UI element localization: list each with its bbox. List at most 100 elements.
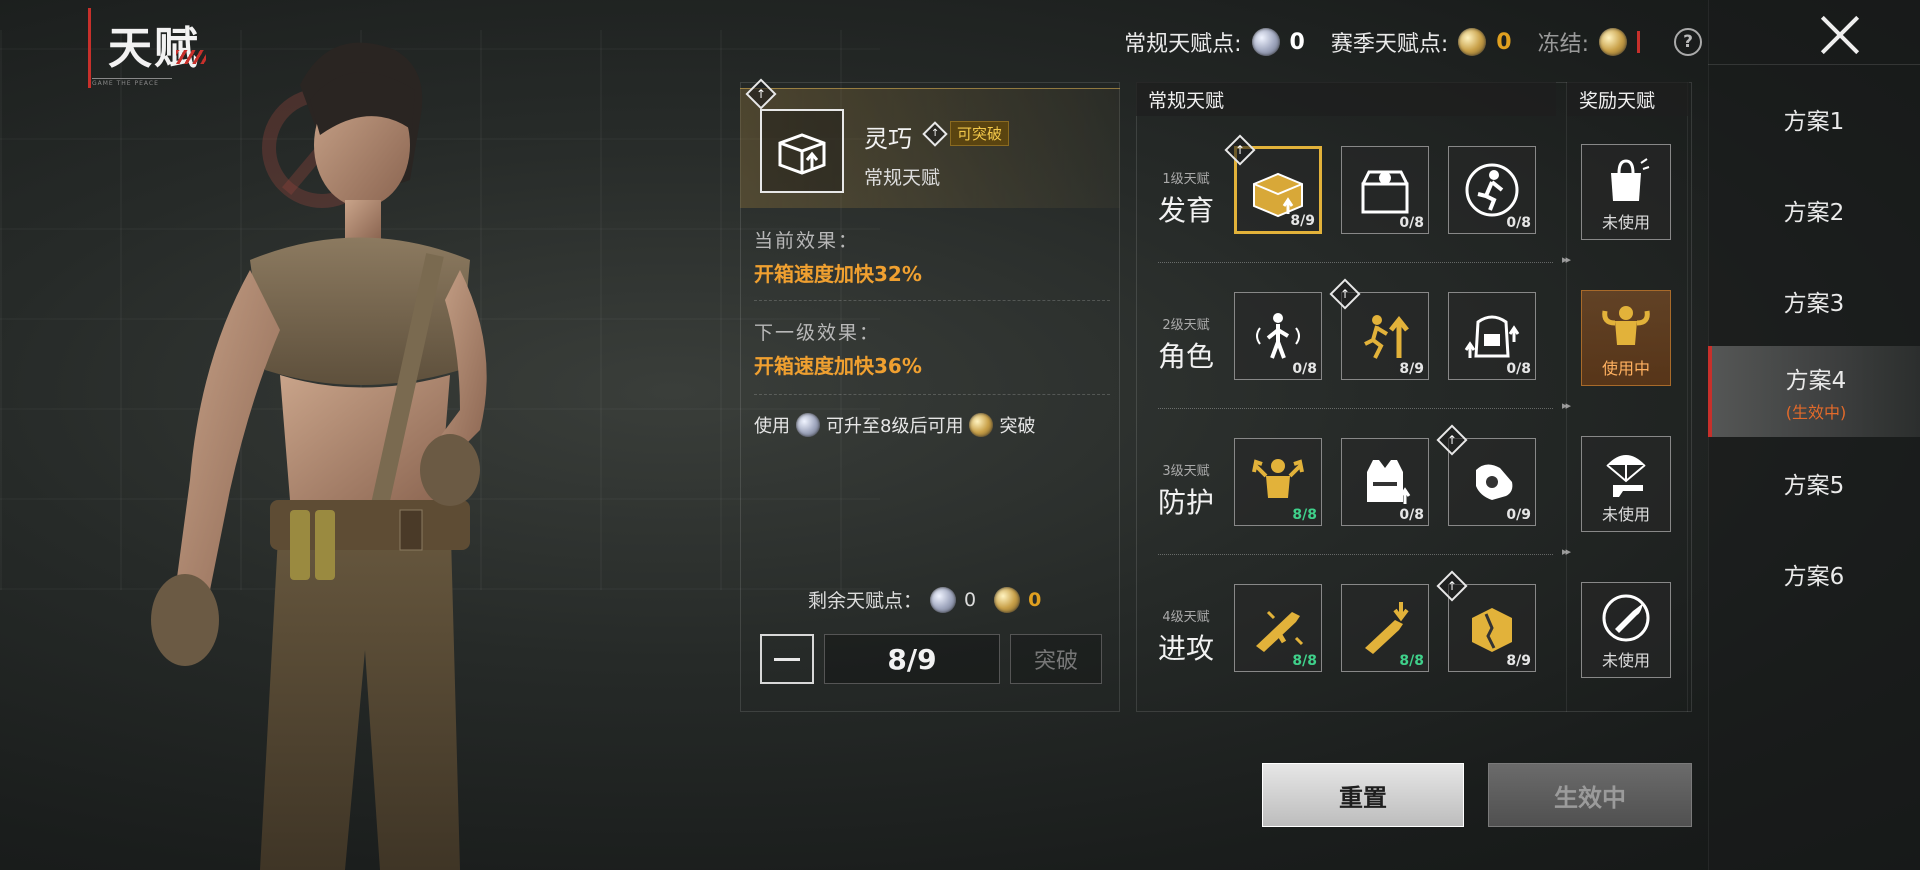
remaining-regular: 0 [964, 588, 977, 611]
slot-count: 8/9 [1399, 361, 1424, 377]
break-button[interactable]: 突破 [1010, 634, 1102, 684]
unlock-hint: 使用 可升至8级后可用 突破 [754, 412, 1035, 438]
slot-count: 8/9 [1506, 653, 1531, 669]
talent-slot-1-3[interactable]: 0/8 [1448, 146, 1536, 234]
talent-slot-2-2[interactable]: 8/9 ↑ [1329, 278, 1429, 380]
muscle-soldier-icon [1582, 291, 1670, 361]
talent-name: 灵巧 [864, 125, 912, 153]
tier-big-label: 进攻 [1157, 632, 1214, 665]
plan-tab-4[interactable]: 方案4 (生效中) [1708, 346, 1920, 437]
talent-slot-1-1[interactable]: 8/9 ↑ [1224, 134, 1322, 234]
level-stepper: 8/9 突破 [760, 634, 1102, 684]
reward-talent-header: 奖励天赋 [1567, 82, 1689, 116]
season-points-label: 赛季天赋点: [1330, 32, 1449, 57]
plan-tab-6[interactable]: 方案6 [1708, 528, 1920, 619]
plan-tab-5[interactable]: 方案5 [1708, 437, 1920, 528]
current-effect-value: 开箱速度加快32% [754, 262, 922, 286]
divider [754, 394, 1110, 395]
talent-slot-4-3[interactable]: 8/9 ↑ [1436, 570, 1536, 672]
plan-sidebar: 方案1 方案2 方案3 方案4 (生效中) 方案5 方案6 [1708, 0, 1920, 870]
unlock-mid: 可升至8级后可用 [826, 416, 964, 437]
plan-list: 方案1 方案2 方案3 方案4 (生效中) 方案5 方案6 [1708, 73, 1920, 619]
tier-connector [1158, 399, 1569, 412]
loot-crate-icon [778, 133, 826, 175]
talent-slot-4-2[interactable]: 8/8 [1341, 584, 1429, 672]
gold-coin-icon [969, 413, 994, 437]
tier-big-label: 防护 [1157, 486, 1214, 519]
reward-state: 未使用 [1601, 651, 1650, 670]
talent-slot-3-3[interactable]: 0/9 ↑ [1436, 424, 1536, 526]
regular-points-label: 常规天赋点: [1124, 32, 1242, 57]
reset-button[interactable]: 重置 [1262, 763, 1464, 827]
reward-talent-column: 奖励天赋 未使用 使用中 未使用 未使用 [1566, 82, 1689, 712]
slot-count: 0/9 [1506, 507, 1531, 523]
character-illustration [151, 42, 487, 870]
reward-slot-2[interactable]: 使用中 [1581, 290, 1671, 386]
tier-small-label: 1级天赋 [1162, 172, 1210, 187]
regular-points-value: 0 [1289, 29, 1305, 55]
silver-coin-icon [1251, 28, 1280, 56]
divider [754, 300, 1110, 301]
bullet-icon [1582, 583, 1670, 653]
reward-state: 未使用 [1601, 213, 1650, 232]
next-effect-label: 下一级效果： [754, 322, 881, 344]
remaining-label: 剩余天赋点： [808, 590, 923, 612]
talent-slot-4-1[interactable]: 8/8 [1234, 584, 1322, 672]
reward-slot-4[interactable]: 未使用 [1581, 582, 1671, 678]
plan-label: 方案5 [1783, 472, 1845, 499]
regular-talent-header: 常规天赋 [1136, 82, 1556, 116]
active-status-button[interactable]: 生效中 [1488, 763, 1692, 827]
next-effect-value: 开箱速度加快36% [754, 354, 922, 378]
slot-count: 0/8 [1506, 215, 1531, 231]
frozen-points-label: 冻结: [1537, 32, 1589, 57]
gold-coin-icon [1458, 28, 1487, 56]
decrease-level-button[interactable] [760, 634, 814, 684]
talent-slot-2-1[interactable]: 0/8 [1234, 292, 1322, 380]
break-badge: ↑ 可突破 [922, 120, 1010, 147]
unlock-suffix: 突破 [999, 416, 1036, 437]
reward-slot-1[interactable]: 未使用 [1581, 144, 1671, 240]
plan-tab-3[interactable]: 方案3 [1708, 255, 1920, 346]
plan-label: 方案3 [1783, 290, 1845, 317]
gold-coin-icon [994, 586, 1021, 613]
sidebar-divider [1708, 64, 1920, 65]
plan-tab-2[interactable]: 方案2 [1708, 164, 1920, 255]
slot-count: 8/8 [1292, 507, 1317, 523]
talent-grid-panel: 常规天赋 1级天赋 发育 8/9 ↑ 0/8 0/8 2级天赋 角色 0/8 [1136, 82, 1692, 712]
slot-count: 0/8 [1399, 507, 1424, 523]
talent-slot-3-1[interactable]: 8/8 [1234, 438, 1322, 526]
reward-state: 未使用 [1601, 505, 1650, 524]
season-points-value: 0 [1496, 29, 1512, 55]
frozen-coin-icon [1599, 28, 1627, 56]
tier-big-label: 发育 [1157, 194, 1214, 227]
tier-4-label: 4级天赋 进攻 [1146, 606, 1226, 667]
bag-lock-icon [1582, 145, 1670, 215]
slot-count: 0/8 [1292, 361, 1317, 377]
close-button[interactable] [1818, 12, 1862, 56]
slot-count: 8/8 [1399, 653, 1424, 669]
plan-label: 方案6 [1783, 563, 1845, 590]
talent-slot-2-3[interactable]: 0/8 [1448, 292, 1536, 380]
tier-big-label: 角色 [1157, 340, 1214, 373]
tier-3-label: 3级天赋 防护 [1146, 460, 1226, 521]
silver-coin-icon [930, 586, 957, 613]
break-label: 可突破 [950, 121, 1010, 146]
talent-type: 常规天赋 [864, 167, 941, 189]
plan-tab-1[interactable]: 方案1 [1708, 73, 1920, 164]
tier-small-label: 4级天赋 [1162, 610, 1210, 625]
talent-level: 8/9 [824, 634, 1000, 684]
slot-count: 0/8 [1506, 361, 1531, 377]
break-diamond-icon: ↑ [922, 120, 948, 147]
current-effect-label: 当前效果： [754, 230, 860, 252]
tier-connector [1158, 253, 1569, 266]
talent-slot-1-2[interactable]: 0/8 [1341, 146, 1429, 234]
reward-slot-3[interactable]: 未使用 [1581, 436, 1671, 532]
reward-state: 使用中 [1601, 359, 1650, 378]
help-icon[interactable]: ? [1674, 28, 1702, 56]
talent-slot-3-2[interactable]: 0/8 [1341, 438, 1429, 526]
plan-active-status: (生效中) [1785, 402, 1847, 422]
tier-1-label: 1级天赋 发育 [1146, 168, 1226, 229]
talent-points-bar: 常规天赋点: 0 赛季天赋点: 0 冻结: ? [1124, 26, 1702, 58]
parachute-gun-icon [1582, 437, 1670, 507]
tier-connector [1158, 545, 1569, 558]
